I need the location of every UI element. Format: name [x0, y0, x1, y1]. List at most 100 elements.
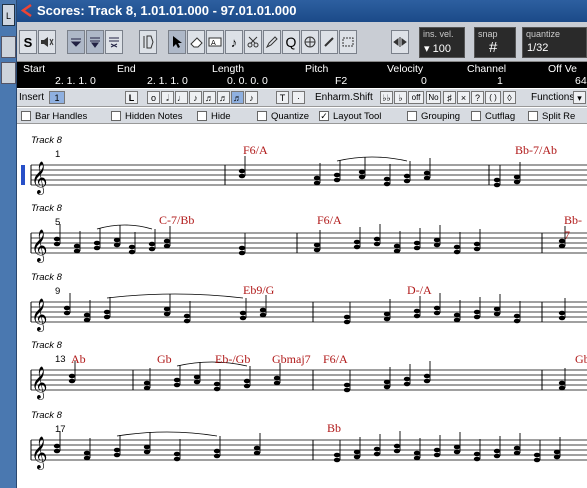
chord-symbol[interactable]: Eb9/G — [243, 283, 274, 298]
option-quantize[interactable]: Quantize — [257, 110, 309, 122]
channel-label: Channel — [467, 63, 507, 75]
arrow-tool-icon[interactable] — [168, 30, 186, 54]
functions-label[interactable]: Functions — [531, 91, 574, 105]
chord-symbol[interactable]: Bb — [327, 421, 341, 436]
left-panel-tool-button[interactable] — [1, 62, 16, 84]
note-icon[interactable]: ♪ — [245, 91, 258, 104]
speaker-icon[interactable] — [38, 30, 56, 54]
chord-symbol[interactable]: Eb-/Gb — [215, 352, 250, 367]
snap-field[interactable]: snap # — [474, 27, 516, 58]
option-layout-tool[interactable]: ✓ Layout Tool — [319, 110, 381, 122]
note-head — [373, 241, 381, 247]
off-velocity-value[interactable]: 64 — [575, 75, 587, 87]
note-head — [238, 245, 246, 251]
channel-value[interactable]: 1 — [497, 75, 503, 87]
chord-symbol[interactable]: F6/A — [317, 213, 342, 228]
note-head — [68, 373, 76, 379]
note-head — [113, 237, 121, 243]
chord-symbol[interactable]: Ab — [71, 352, 86, 367]
quantize-field[interactable]: quantize 1/32 — [522, 27, 587, 58]
whole-note-button[interactable]: o — [147, 91, 160, 104]
half-note-button[interactable]: 𝅗𝅥 — [161, 91, 174, 104]
score-canvas[interactable]: 𝄞 𝄞 𝄞 𝄞 𝄞 — [17, 125, 587, 488]
option-hidden-notes[interactable]: Hidden Notes — [111, 110, 183, 122]
checkbox-hide[interactable] — [197, 111, 207, 121]
left-panel-tab[interactable]: L — [2, 4, 15, 26]
sharp-button[interactable]: ♯ — [443, 91, 456, 104]
note-tool-icon[interactable]: ♪ — [225, 30, 243, 54]
checkbox-grouping[interactable] — [407, 111, 417, 121]
track-list-icon[interactable] — [139, 30, 157, 54]
chord-symbol[interactable]: F6/A — [323, 352, 348, 367]
chord-symbol[interactable]: F6/A — [243, 143, 268, 158]
note-head — [423, 378, 431, 384]
chord-symbol[interactable]: Gb — [575, 352, 587, 367]
chord-symbol[interactable]: Gbmaj7 — [272, 352, 311, 367]
checkbox-hidden-notes[interactable] — [111, 111, 121, 121]
step-input-icon[interactable] — [67, 30, 85, 54]
l-button[interactable]: L — [125, 91, 138, 104]
natural-button[interactable]: ? — [471, 91, 484, 104]
option-split-rests[interactable]: Split Re — [528, 110, 575, 122]
t-button[interactable]: T — [276, 91, 289, 104]
insert-velocity-field[interactable]: ins. vel. ▾ 100 — [419, 27, 465, 58]
option-cutflag[interactable]: Cutflag — [471, 110, 515, 122]
option-hide[interactable]: Hide — [197, 110, 231, 122]
text-tool-icon[interactable]: A — [206, 30, 224, 54]
sixtyfourth-note-button[interactable]: ♬ — [231, 91, 244, 104]
checkbox-layout-tool[interactable]: ✓ — [319, 111, 329, 121]
note-head — [453, 249, 461, 255]
option-grouping[interactable]: Grouping — [407, 110, 460, 122]
draw-tool-icon[interactable] — [320, 30, 338, 54]
left-panel-tool-button[interactable] — [1, 36, 16, 58]
checkbox-bar-handles[interactable] — [21, 111, 31, 121]
double-flat-button[interactable]: ♭♭ — [380, 91, 393, 104]
checkbox-cutflag[interactable] — [471, 111, 481, 121]
layout-tool-icon[interactable] — [301, 30, 319, 54]
eraser-tool-icon[interactable] — [187, 30, 205, 54]
thirtysecond-note-button[interactable]: ♬ — [217, 91, 230, 104]
chord-symbol[interactable]: Bb-7/Ab — [515, 143, 557, 158]
scissors-tool-icon[interactable] — [244, 30, 262, 54]
velocity-value[interactable]: 0 — [421, 75, 427, 87]
insert-value-button[interactable]: 1 — [49, 91, 65, 104]
tie-slur — [336, 156, 408, 162]
note-head — [558, 385, 566, 391]
sixteenth-note-button[interactable]: ♬ — [203, 91, 216, 104]
start-value[interactable]: 2. 1. 1. 0 — [55, 75, 96, 87]
option-bar-handles[interactable]: Bar Handles — [21, 110, 87, 122]
length-value[interactable]: 0. 0. 0. 0 — [227, 75, 268, 87]
double-sharp-button[interactable]: × — [457, 91, 470, 104]
end-value[interactable]: 2. 1. 1. 0 — [147, 75, 188, 87]
note-head — [113, 447, 121, 453]
pencil-tool-icon[interactable] — [263, 30, 281, 54]
parentheses-button[interactable]: ( ) — [485, 91, 501, 104]
functions-menu-icon[interactable]: ▾ — [573, 91, 586, 104]
track-label: Track 8 — [31, 410, 62, 421]
move-insert-icon[interactable] — [86, 30, 104, 54]
select-box-icon[interactable] — [339, 30, 357, 54]
chord-symbol[interactable]: C-7/Bb — [159, 213, 194, 228]
note-head — [173, 377, 181, 383]
chord-symbol[interactable]: D-/A — [407, 283, 432, 298]
enharm-off-button[interactable]: off — [408, 91, 424, 104]
note-head — [143, 380, 151, 386]
eighth-note-button[interactable]: ♪ — [189, 91, 202, 104]
note-head — [193, 374, 201, 380]
pitch-value[interactable]: F2 — [335, 75, 347, 87]
solo-button[interactable]: S — [19, 30, 37, 54]
note-head — [193, 379, 201, 385]
flat-button[interactable]: ♭ — [394, 91, 407, 104]
record-enable-icon[interactable] — [105, 30, 123, 54]
chord-symbol[interactable]: Bb-7 — [564, 213, 587, 243]
checkbox-split-rests[interactable] — [528, 111, 538, 121]
enharm-no-button[interactable]: No — [426, 91, 441, 104]
zoom-tool-icon[interactable]: Q — [282, 30, 300, 54]
quarter-note-button[interactable]: ♩ — [175, 91, 188, 104]
auto-scroll-icon[interactable] — [391, 30, 409, 54]
enharm-extra-button[interactable]: ◊ — [503, 91, 516, 104]
note-head — [148, 241, 156, 247]
checkbox-quantize[interactable] — [257, 111, 267, 121]
chord-symbol[interactable]: Gb — [157, 352, 172, 367]
dot-button[interactable]: · — [292, 91, 305, 104]
